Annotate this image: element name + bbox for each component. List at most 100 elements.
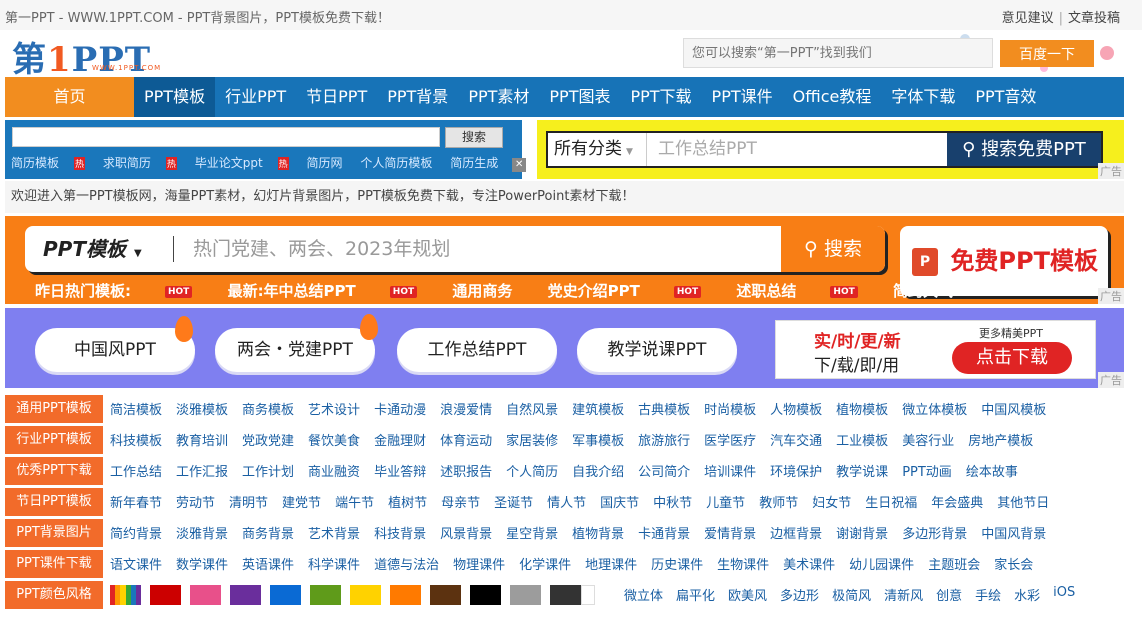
color-swatch[interactable] <box>310 584 341 605</box>
category-link[interactable]: 旅游旅行 <box>638 430 690 449</box>
category-link[interactable]: 绘本故事 <box>966 461 1018 480</box>
category-link[interactable]: 建筑模板 <box>572 399 624 418</box>
category-link[interactable]: 浪漫爱情 <box>440 399 492 418</box>
category-link[interactable]: 家长会 <box>994 554 1033 573</box>
category-link[interactable]: 卡通动漫 <box>374 399 426 418</box>
category-link[interactable]: 道德与法治 <box>374 554 439 573</box>
category-link[interactable]: 简洁模板 <box>110 399 162 418</box>
color-swatch[interactable] <box>350 584 381 605</box>
category-label[interactable]: 行业PPT模板 <box>5 425 103 454</box>
category-link[interactable]: 党政党建 <box>242 430 294 449</box>
category-link[interactable]: 艺术背景 <box>308 523 360 542</box>
resume-link[interactable]: 毕业论文ppt 热 <box>195 156 289 170</box>
category-label[interactable]: 节日PPT模板 <box>5 487 103 516</box>
category-link[interactable]: 毕业答辩 <box>374 461 426 480</box>
site-logo[interactable]: 第1PPT WWW.1PPT.COM <box>12 34 177 80</box>
resume-link[interactable]: 简历网 <box>307 156 343 170</box>
category-link[interactable]: PPT动画 <box>902 461 952 480</box>
category-link[interactable]: 简约背景 <box>110 523 162 542</box>
style-link[interactable]: 极简风 <box>832 585 871 604</box>
category-link[interactable]: 清明节 <box>229 492 268 511</box>
category-link[interactable]: 自然风景 <box>506 399 558 418</box>
category-link[interactable]: 主题班会 <box>928 554 980 573</box>
nav-item-ppt-download[interactable]: PPT下载 <box>620 77 701 117</box>
category-link[interactable]: 工作总结 <box>110 461 162 480</box>
resume-search-button[interactable]: 搜索 <box>445 127 503 148</box>
category-link[interactable]: 环境保护 <box>770 461 822 480</box>
category-link[interactable]: 商务背景 <box>242 523 294 542</box>
hot-keyword[interactable]: 最新:年中总结PPT HOT <box>228 282 418 300</box>
category-link[interactable]: 星空背景 <box>506 523 558 542</box>
color-swatch[interactable] <box>510 584 541 605</box>
category-link[interactable]: 妇女节 <box>812 492 851 511</box>
category-link[interactable]: 母亲节 <box>441 492 480 511</box>
resume-link[interactable]: 个人简历模板 <box>360 156 432 170</box>
category-link[interactable]: 金融理财 <box>374 430 426 449</box>
color-swatch[interactable] <box>270 584 301 605</box>
category-link[interactable]: 情人节 <box>547 492 586 511</box>
template-search-input[interactable]: 热门党建、两会、2023年规划 <box>193 226 450 272</box>
category-link[interactable]: 历史课件 <box>651 554 703 573</box>
category-link[interactable]: 边框背景 <box>770 523 822 542</box>
free-ppt-search-input[interactable]: 工作总结PPT <box>658 133 757 166</box>
color-swatch[interactable] <box>550 584 581 605</box>
hot-keyword[interactable]: 通用商务 <box>452 282 512 300</box>
feedback-link[interactable]: 意见建议 <box>1002 11 1054 26</box>
category-link[interactable]: 美术课件 <box>783 554 835 573</box>
color-swatch[interactable] <box>190 584 221 605</box>
nav-item-font-download[interactable]: 字体下载 <box>881 77 965 117</box>
style-link[interactable]: 水彩 <box>1014 585 1040 604</box>
color-swatch[interactable] <box>390 584 421 605</box>
resume-link[interactable]: 简历模板 热 <box>11 156 86 170</box>
style-link[interactable]: 欧美风 <box>728 585 767 604</box>
header-search-input[interactable] <box>684 39 992 67</box>
topic-pill-party-building[interactable]: 两会・党建PPT <box>215 328 375 372</box>
category-link[interactable]: 中国风背景 <box>981 523 1046 542</box>
category-label[interactable]: 优秀PPT下载 <box>5 456 103 485</box>
nav-item-ppt-templates[interactable]: PPT模板 <box>134 77 216 117</box>
category-link[interactable]: 人物模板 <box>770 399 822 418</box>
category-link[interactable]: 其他节日 <box>997 492 1049 511</box>
category-select[interactable]: 所有分类 ▼ <box>548 133 647 166</box>
category-label[interactable]: 通用PPT模板 <box>5 394 103 423</box>
resume-link[interactable]: 求职简历 热 <box>103 156 177 170</box>
baidu-search-button[interactable]: 百度一下 <box>1000 40 1094 67</box>
category-link[interactable]: 艺术设计 <box>308 399 360 418</box>
category-link[interactable]: 工作计划 <box>242 461 294 480</box>
category-link[interactable]: 爱情背景 <box>704 523 756 542</box>
resume-link[interactable]: 简历生成 ✕ <box>450 156 540 172</box>
submit-article-link[interactable]: 文章投稿 <box>1068 11 1120 26</box>
category-link[interactable]: 新年春节 <box>110 492 162 511</box>
category-link[interactable]: 数学课件 <box>176 554 228 573</box>
banner-download-button[interactable]: 点击下载 <box>952 342 1072 374</box>
style-link[interactable]: 创意 <box>936 585 962 604</box>
hot-keyword[interactable]: 简约大气PPT <box>893 282 985 300</box>
category-link[interactable]: 工业模板 <box>836 430 888 449</box>
category-link[interactable]: 语文课件 <box>110 554 162 573</box>
category-link[interactable]: 公司简介 <box>638 461 690 480</box>
category-link[interactable]: 培训课件 <box>704 461 756 480</box>
category-link[interactable]: 幼儿园课件 <box>849 554 914 573</box>
color-swatch-rainbow[interactable] <box>110 584 142 605</box>
category-link[interactable]: 商业融资 <box>308 461 360 480</box>
category-link[interactable]: 古典模板 <box>638 399 690 418</box>
style-link[interactable]: 手绘 <box>975 585 1001 604</box>
category-link[interactable]: 房地产模板 <box>968 430 1033 449</box>
category-link[interactable]: 年会盛典 <box>931 492 983 511</box>
nav-item-holiday-ppt[interactable]: 节日PPT <box>296 77 377 117</box>
category-link[interactable]: 美容行业 <box>902 430 954 449</box>
category-link[interactable]: 教师节 <box>759 492 798 511</box>
nav-home[interactable]: 首页 <box>5 77 134 117</box>
color-swatch-white[interactable] <box>581 584 595 605</box>
color-swatch[interactable] <box>430 584 461 605</box>
category-link[interactable]: 生日祝福 <box>865 492 917 511</box>
category-link[interactable]: 科学课件 <box>308 554 360 573</box>
category-link[interactable]: 体育运动 <box>440 430 492 449</box>
template-category-select[interactable]: PPT模板 ▼ <box>43 226 142 272</box>
color-swatch[interactable] <box>470 584 501 605</box>
style-link[interactable]: 清新风 <box>884 585 923 604</box>
category-link[interactable]: 科技背景 <box>374 523 426 542</box>
topic-pill-chinese-style[interactable]: 中国风PPT <box>35 328 195 372</box>
category-link[interactable]: 英语课件 <box>242 554 294 573</box>
category-link[interactable]: 工作汇报 <box>176 461 228 480</box>
